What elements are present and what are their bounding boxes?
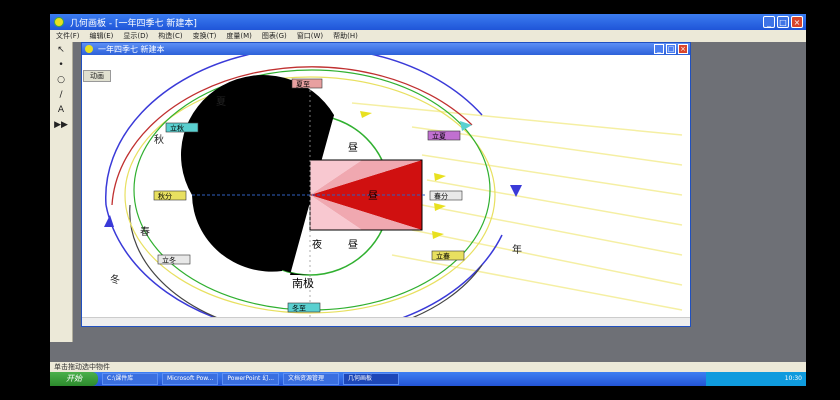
workspace: 一年四季七 新建本 _ □ × 昼 昼 夜 昼 南极 夏 秋 冬 春 年 夏至 …: [73, 42, 806, 362]
tag-right-mid[interactable]: 春分: [429, 190, 463, 201]
menu-file[interactable]: 文件(F): [56, 30, 80, 42]
document-controls: _ □ ×: [654, 44, 688, 54]
menu-bar: 文件(F) 编辑(E) 显示(D) 构造(C) 变换(T) 度量(M) 图表(G…: [50, 30, 806, 42]
compass-tool[interactable]: ○: [53, 74, 69, 87]
svg-text:立夏: 立夏: [432, 132, 446, 141]
menu-edit[interactable]: 编辑(E): [90, 30, 114, 42]
close-icon[interactable]: ×: [791, 16, 803, 28]
label-night-2: 昼: [348, 239, 358, 251]
menu-graph[interactable]: 图表(G): [262, 30, 287, 42]
svg-text:秋分: 秋分: [158, 192, 172, 201]
document-icon: [85, 45, 93, 53]
taskbar-item-powerpoint[interactable]: Microsoft Pow...: [162, 373, 219, 385]
season-winter-label: 冬: [110, 273, 120, 286]
menu-help[interactable]: 帮助(H): [333, 30, 358, 42]
sketch-canvas[interactable]: 昼 昼 夜 昼 南极 夏 秋 冬 春 年 夏至 立秋 秋分 立冬 立夏 春分 立…: [82, 46, 688, 338]
tag-right-top[interactable]: 立夏: [427, 130, 461, 141]
desktop-screen: 几何画板 - [一年四季七 新建本] _ □ × 文件(F) 编辑(E) 显示(…: [50, 14, 806, 386]
window-controls: _ □ ×: [763, 16, 803, 28]
tag-right-low[interactable]: 立春: [431, 250, 465, 261]
app-title: 几何画板 - [一年四季七 新建本]: [70, 19, 197, 29]
point-tool[interactable]: •: [53, 59, 69, 72]
custom-tool[interactable]: ▶▶: [53, 119, 69, 132]
horizontal-scrollbar[interactable]: [82, 317, 690, 326]
doc-maximize-icon[interactable]: □: [666, 44, 676, 54]
tool-palette: ↖ • ○ / A ▶▶: [50, 42, 73, 342]
animate-button[interactable]: 动画: [83, 70, 111, 82]
start-button[interactable]: 开始: [50, 372, 98, 386]
tag-upper-left[interactable]: 立秋: [165, 122, 199, 133]
app-titlebar[interactable]: 几何画板 - [一年四季七 新建本] _ □ ×: [50, 14, 806, 30]
label-day-mid: 昼: [368, 190, 378, 202]
south-pole-label: 南极: [292, 276, 314, 290]
menu-measure[interactable]: 度量(M): [226, 30, 252, 42]
tag-top[interactable]: 夏至: [291, 78, 323, 89]
season-spring-label: 春: [140, 226, 150, 238]
earth-orbit-diagram[interactable]: 昼 昼 夜 昼 南极 夏 秋 冬 春 年 夏至 立秋 秋分 立冬 立夏 春分 立…: [82, 46, 688, 338]
maximize-icon[interactable]: □: [777, 16, 789, 28]
menu-display[interactable]: 显示(D): [123, 30, 148, 42]
taskbar-item-folder[interactable]: C:\课件库: [102, 373, 158, 385]
system-tray[interactable]: 10:30: [706, 372, 806, 386]
line-tool[interactable]: /: [53, 89, 69, 102]
doc-minimize-icon[interactable]: _: [654, 44, 664, 54]
tag-bottom[interactable]: 冬至: [287, 302, 321, 313]
status-bar: 单击拖动选中物件: [50, 362, 806, 372]
select-arrow-tool[interactable]: ↖: [53, 44, 69, 57]
text-tool[interactable]: A: [53, 104, 69, 117]
app-icon: [54, 17, 64, 27]
tag-left[interactable]: 秋分: [153, 190, 187, 201]
tag-lower-left[interactable]: 立冬: [157, 254, 191, 265]
svg-text:冬至: 冬至: [292, 304, 306, 313]
taskbar: 开始 C:\课件库 Microsoft Pow... PowerPoint 幻.…: [50, 372, 806, 386]
taskbar-item-slideshow[interactable]: PowerPoint 幻...: [222, 373, 280, 385]
svg-text:立秋: 立秋: [170, 124, 184, 133]
year-label: 年: [512, 243, 522, 256]
season-autumn-label: 秋: [154, 133, 164, 146]
svg-text:春分: 春分: [434, 192, 448, 201]
season-summer-label: 夏: [216, 96, 226, 108]
document-title: 一年四季七 新建本: [98, 45, 165, 54]
document-titlebar[interactable]: 一年四季七 新建本 _ □ ×: [82, 43, 690, 55]
label-night-1: 夜: [312, 238, 322, 251]
minimize-icon[interactable]: _: [763, 16, 775, 28]
taskbar-item-sketchpad[interactable]: 几何画板: [343, 373, 400, 385]
taskbar-item-explorer[interactable]: 文档资源管理: [283, 373, 340, 385]
menu-construct[interactable]: 构造(C): [158, 30, 182, 42]
svg-text:立冬: 立冬: [162, 256, 176, 265]
doc-close-icon[interactable]: ×: [678, 44, 688, 54]
menu-transform[interactable]: 变换(T): [193, 30, 217, 42]
document-window[interactable]: 一年四季七 新建本 _ □ × 昼 昼 夜 昼 南极 夏 秋 冬 春 年 夏至 …: [81, 42, 691, 338]
svg-text:夏至: 夏至: [296, 81, 310, 89]
menu-window[interactable]: 窗口(W): [297, 30, 323, 42]
label-day-top: 昼: [348, 142, 358, 154]
svg-text:立春: 立春: [436, 252, 450, 261]
